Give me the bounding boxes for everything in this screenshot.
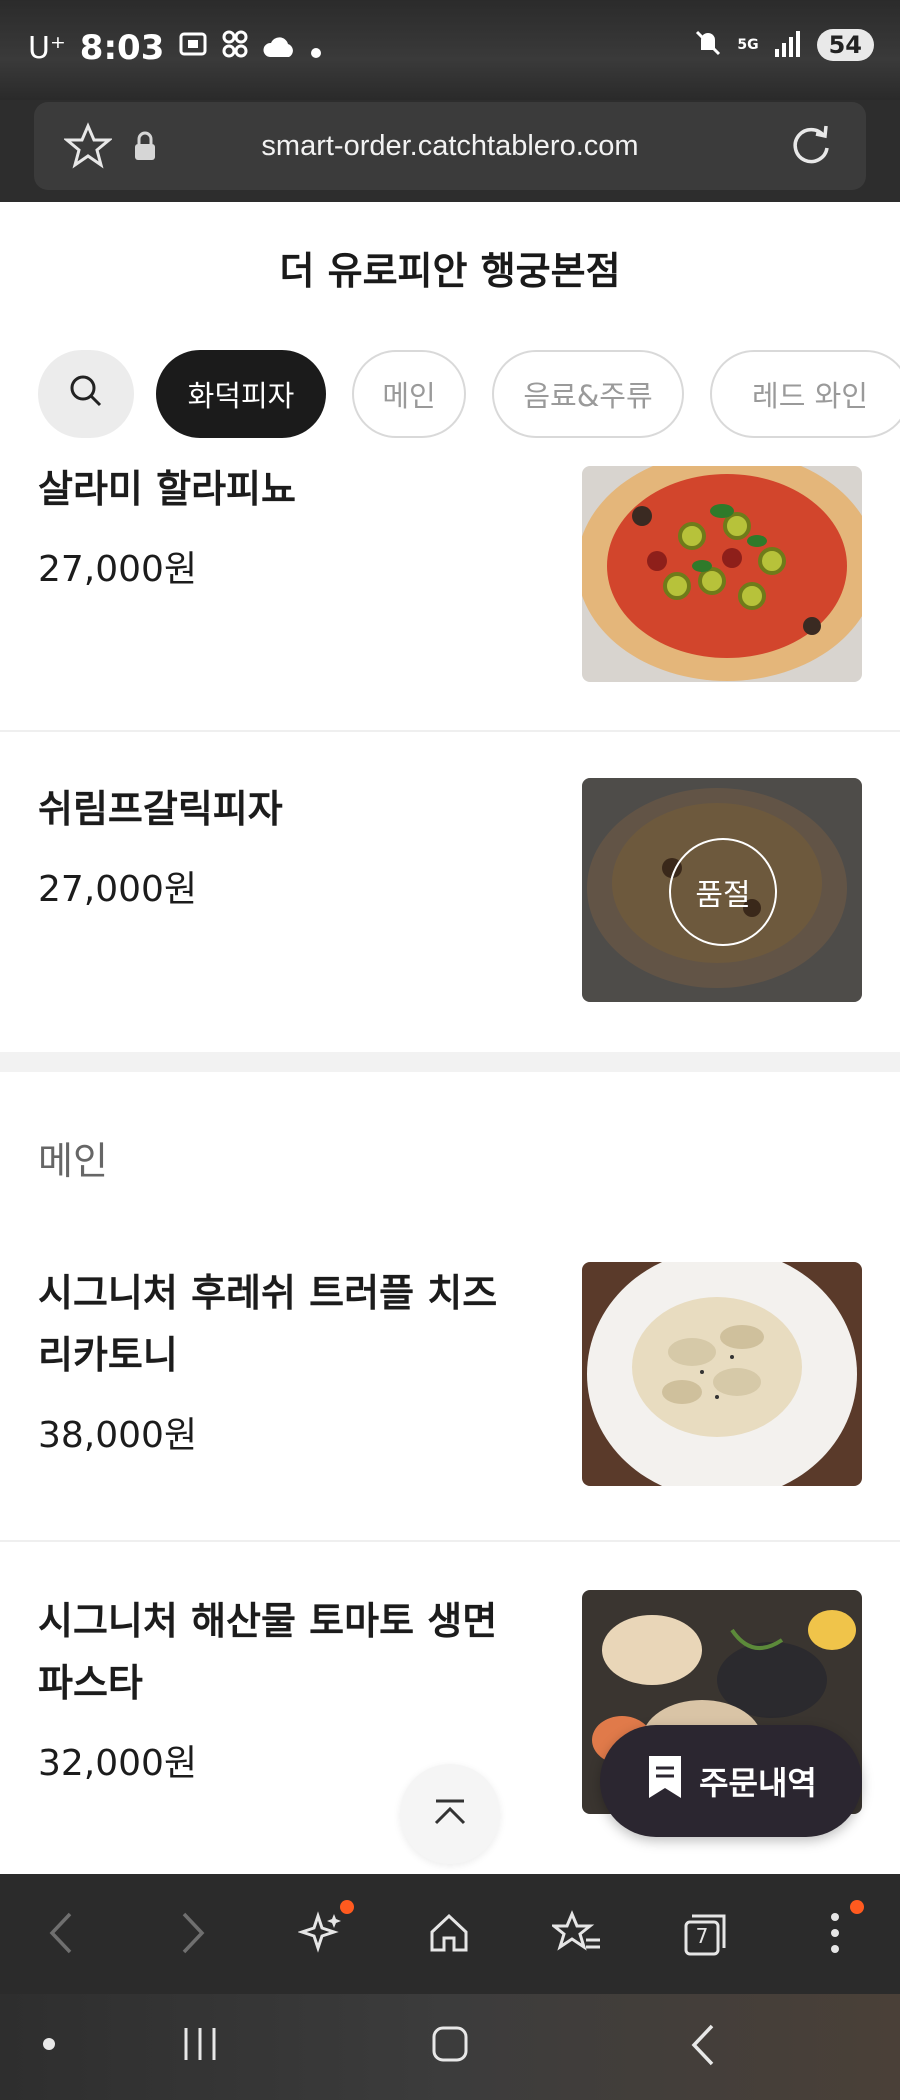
tab-main[interactable]: 메인 (352, 350, 466, 438)
menu-item-image (582, 466, 862, 682)
menu-item-name: 쉬림프갈릭피자 (38, 787, 283, 831)
back-nav-button[interactable] (688, 2022, 718, 2072)
sparkle-icon (297, 1910, 344, 1960)
bookmarks-button[interactable] (542, 1900, 612, 1970)
back-button[interactable] (26, 1900, 96, 1970)
section-title: 메인 (38, 1139, 108, 1183)
receipt-icon (645, 1754, 685, 1808)
category-tabs: 화덕피자 메인 음료&주류 레드 와인 (0, 350, 900, 444)
ai-assistant-button[interactable] (286, 1900, 356, 1970)
order-history-button[interactable]: 주문내역 (600, 1725, 862, 1837)
notification-dot-icon (310, 28, 322, 68)
chevron-left-icon (46, 1910, 76, 1960)
tabs-icon: 7 (682, 1912, 728, 1958)
recent-apps-button[interactable] (180, 2024, 220, 2068)
divider (0, 1540, 900, 1542)
forward-button[interactable] (158, 1900, 228, 1970)
tabs-count: 7 (695, 1924, 709, 1948)
nav-dot-icon (42, 2036, 56, 2055)
mute-icon (693, 28, 723, 62)
menu-item-name-line1: 시그니처 해산물 토마토 생면 (38, 1599, 498, 1643)
menu-item-image (582, 1262, 862, 1486)
reload-icon[interactable] (786, 120, 836, 174)
notification-dot (340, 1900, 354, 1914)
network-5g-icon: 5G (737, 37, 759, 53)
menu-item[interactable]: 살라미 할라피뇨 27,000원 (0, 458, 900, 732)
store-title: 더 유로피안 행궁본점 (279, 249, 621, 293)
chevron-up-icon (430, 1797, 470, 1831)
battery-indicator: 54 (816, 29, 874, 61)
divider (0, 730, 900, 732)
carrier-label: U⁺ (28, 30, 66, 66)
menu-item-price: 38,000원 (38, 1415, 198, 1456)
tab-drinks-liquor[interactable]: 음료&주류 (492, 350, 684, 438)
menu-item-name-line2: 리카토니 (38, 1333, 178, 1377)
scroll-to-top-button[interactable] (400, 1764, 500, 1864)
menu-item-name-line1: 시그니처 후레쉬 트러플 치즈 (38, 1271, 498, 1315)
chevron-right-icon (178, 1910, 208, 1960)
menu-item-price: 27,000원 (38, 869, 198, 910)
sold-out-badge: 품절 (669, 838, 777, 946)
section-separator (0, 1052, 900, 1072)
status-bar: U⁺ 8:03 5G 54 (0, 0, 900, 100)
menu-item[interactable]: 시그니처 후레쉬 트러플 치즈 리카토니 38,000원 (0, 1262, 900, 1532)
menu-item[interactable]: 쉬림프갈릭피자 27,000원 품절 (0, 778, 900, 1004)
search-button[interactable] (38, 350, 134, 438)
menu-item-price: 27,000원 (38, 549, 198, 590)
app-grid-icon (222, 28, 248, 68)
tabs-button[interactable]: 7 (670, 1900, 740, 1970)
order-history-label: 주문내역 (699, 1764, 817, 1802)
home-icon (426, 1910, 472, 1960)
screenshot-icon (178, 28, 208, 68)
clock: 8:03 (79, 28, 165, 68)
search-icon (68, 373, 104, 416)
url-text[interactable]: smart-order.catchtablero.com (0, 130, 900, 163)
home-button[interactable] (414, 1900, 484, 1970)
home-nav-button[interactable] (430, 2024, 470, 2068)
more-menu-button[interactable] (800, 1900, 870, 1970)
notification-dot (850, 1900, 864, 1914)
star-list-icon (549, 1910, 602, 1960)
cloud-icon (262, 28, 296, 68)
signal-icon (773, 29, 803, 61)
menu-item-image: 품절 (582, 778, 862, 1002)
tab-red-wine[interactable]: 레드 와인 (710, 350, 900, 438)
menu-item-name-line2: 파스타 (38, 1661, 143, 1705)
tab-wood-fired-pizza[interactable]: 화덕피자 (156, 350, 326, 438)
more-vertical-icon (828, 1911, 842, 1959)
menu-item-price: 32,000원 (38, 1743, 198, 1784)
menu-item-name: 살라미 할라피뇨 (38, 467, 296, 511)
